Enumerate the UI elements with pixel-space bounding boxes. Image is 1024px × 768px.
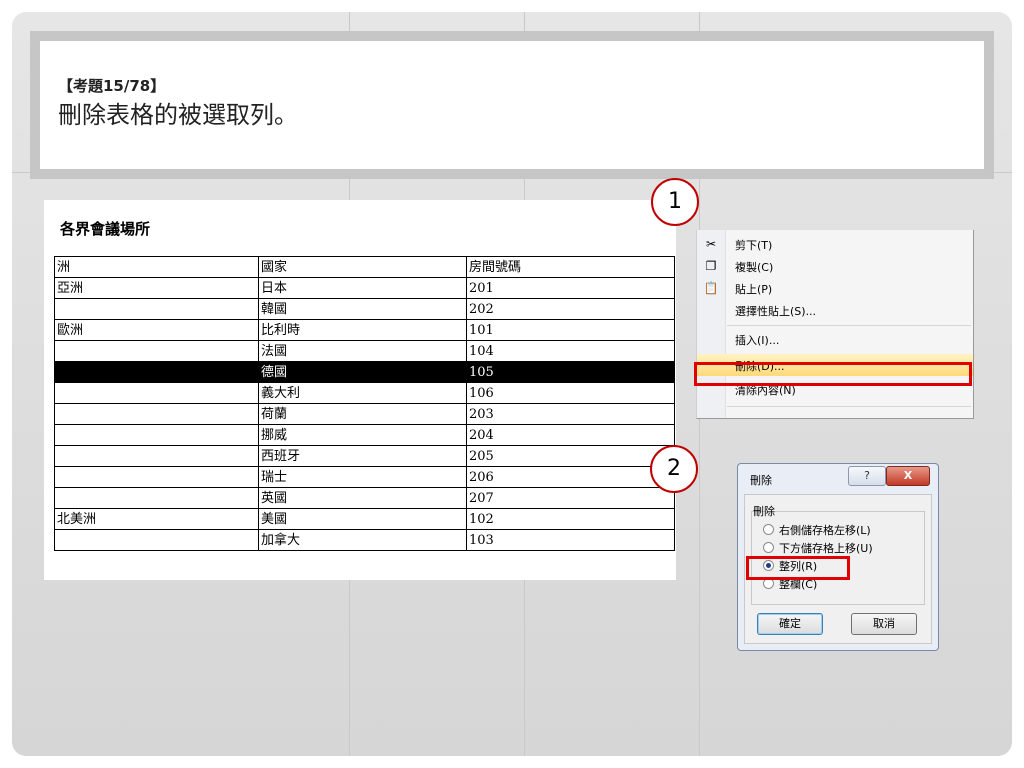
option-shift-up[interactable]: 下方儲存格上移(U): [763, 541, 873, 557]
table-cell[interactable]: 韓國: [258, 298, 467, 320]
table-row[interactable]: 歐洲 比利時 101: [54, 319, 675, 341]
table-cell[interactable]: 104: [466, 340, 675, 362]
menu-item-label: 貼上(P): [735, 283, 773, 296]
table-header-cell[interactable]: 房間號碼: [466, 256, 675, 278]
menu-item-paste-special[interactable]: 選擇性貼上(S)...: [697, 299, 973, 321]
table-row[interactable]: 亞洲 日本 201: [54, 277, 675, 299]
copy-icon: ❐: [705, 259, 717, 273]
table-cell[interactable]: 日本: [258, 277, 467, 299]
table-row[interactable]: 挪威 204: [54, 424, 675, 446]
menu-separator: [727, 325, 971, 326]
table-row[interactable]: 西班牙 205: [54, 445, 675, 467]
table-cell[interactable]: 西班牙: [258, 445, 467, 467]
table-row[interactable]: 加拿大 103: [54, 529, 675, 551]
table-cell[interactable]: 法國: [258, 340, 467, 362]
option-label: 下方儲存格上移(U): [779, 542, 873, 555]
menu-item-insert[interactable]: 插入(I)...: [697, 328, 973, 350]
radio-icon[interactable]: [763, 524, 774, 535]
table-cell[interactable]: 瑞士: [258, 466, 467, 488]
table-header-row[interactable]: 洲 國家 房間號碼: [54, 256, 675, 278]
question-number: 【考題15/78】: [58, 77, 166, 95]
menu-item-label: 選擇性貼上(S)...: [735, 305, 817, 318]
menu-item-paste[interactable]: 📋 貼上(P): [697, 277, 973, 299]
table-cell[interactable]: 201: [466, 277, 675, 299]
menu-separator: [727, 406, 971, 407]
step-2-marker: 2: [650, 445, 698, 493]
table-cell[interactable]: 歐洲: [54, 319, 259, 341]
table-header-cell[interactable]: 洲: [54, 256, 259, 278]
data-table[interactable]: 洲 國家 房間號碼 亞洲 日本 201 韓國 202 歐洲 比利時 101 法國 104 德…: [54, 256, 675, 551]
table-cell[interactable]: 207: [466, 487, 675, 509]
menu-item-cut[interactable]: ✂ 剪下(T): [697, 233, 973, 255]
close-button[interactable]: X: [886, 466, 930, 486]
table-cell[interactable]: 106: [466, 382, 675, 404]
table-cell[interactable]: [54, 445, 259, 467]
table-cell[interactable]: [54, 466, 259, 488]
table-cell[interactable]: 比利時: [258, 319, 467, 341]
table-cell[interactable]: 亞洲: [54, 277, 259, 299]
ok-button[interactable]: 確定: [757, 613, 823, 635]
paste-icon: 📋: [703, 281, 719, 295]
option-group-label: 刪除: [753, 505, 775, 518]
question-panel: 【考題15/78】 刪除表格的被選取列。: [40, 41, 984, 169]
menu-item-label: 複製(C): [735, 261, 774, 274]
table-cell[interactable]: 202: [466, 298, 675, 320]
table-cell[interactable]: [54, 529, 259, 551]
menu-item-copy[interactable]: ❐ 複製(C): [697, 255, 973, 277]
table-cell[interactable]: 加拿大: [258, 529, 467, 551]
table-cell[interactable]: 205: [466, 445, 675, 467]
step-1-marker: 1: [651, 178, 699, 226]
table-cell[interactable]: 義大利: [258, 382, 467, 404]
table-cell[interactable]: 102: [466, 508, 675, 530]
table-cell[interactable]: [54, 424, 259, 446]
table-row[interactable]: 法國 104: [54, 340, 675, 362]
table-cell[interactable]: 204: [466, 424, 675, 446]
question-text: 刪除表格的被選取列。: [58, 101, 298, 129]
table-cell[interactable]: 美國: [258, 508, 467, 530]
table-cell[interactable]: [54, 487, 259, 509]
table-row[interactable]: 瑞士 206: [54, 466, 675, 488]
table-cell[interactable]: 105: [466, 361, 675, 383]
dialog-title: 刪除: [750, 474, 772, 487]
context-menu: ✂ 剪下(T) ❐ 複製(C) 📋 貼上(P) 選擇性貼上(S)... 插入(I…: [696, 230, 974, 419]
menu-item-label: 插入(I)...: [735, 334, 780, 347]
document-page: 各界會議場所 洲 國家 房間號碼 亞洲 日本 201 韓國 202 歐洲 比利時 101 …: [44, 200, 676, 580]
option-label: 右側儲存格左移(L): [779, 524, 871, 537]
table-cell[interactable]: 北美洲: [54, 508, 259, 530]
table-header-cell[interactable]: 國家: [258, 256, 467, 278]
table-cell[interactable]: [54, 340, 259, 362]
table-cell[interactable]: 德國: [258, 361, 467, 383]
table-cell[interactable]: 203: [466, 403, 675, 425]
highlight-delete-menu: [694, 362, 972, 386]
radio-icon[interactable]: [763, 542, 774, 553]
document-title: 各界會議場所: [60, 220, 151, 238]
table-row[interactable]: 韓國 202: [54, 298, 675, 320]
table-cell[interactable]: [54, 298, 259, 320]
table-row[interactable]: 英國 207: [54, 487, 675, 509]
question-box: 【考題15/78】 刪除表格的被選取列。: [30, 31, 994, 179]
option-shift-left[interactable]: 右側儲存格左移(L): [763, 523, 871, 539]
help-button[interactable]: ?: [848, 466, 886, 486]
table-cell[interactable]: 103: [466, 529, 675, 551]
table-row[interactable]: 北美洲 美國 102: [54, 508, 675, 530]
table-cell[interactable]: 101: [466, 319, 675, 341]
table-row[interactable]: 荷蘭 203: [54, 403, 675, 425]
table-cell[interactable]: [54, 382, 259, 404]
table-cell[interactable]: 挪威: [258, 424, 467, 446]
table-cell[interactable]: 英國: [258, 487, 467, 509]
table-cell[interactable]: [54, 403, 259, 425]
table-cell[interactable]: 206: [466, 466, 675, 488]
table-cell[interactable]: 荷蘭: [258, 403, 467, 425]
scissors-icon: ✂: [705, 237, 717, 251]
selected-table-row[interactable]: 德國 105: [54, 361, 675, 383]
table-cell[interactable]: [54, 361, 259, 383]
cancel-button[interactable]: 取消: [851, 613, 917, 635]
table-row[interactable]: 義大利 106: [54, 382, 675, 404]
highlight-entire-row-option: [746, 556, 850, 580]
menu-item-label: 剪下(T): [735, 239, 773, 252]
